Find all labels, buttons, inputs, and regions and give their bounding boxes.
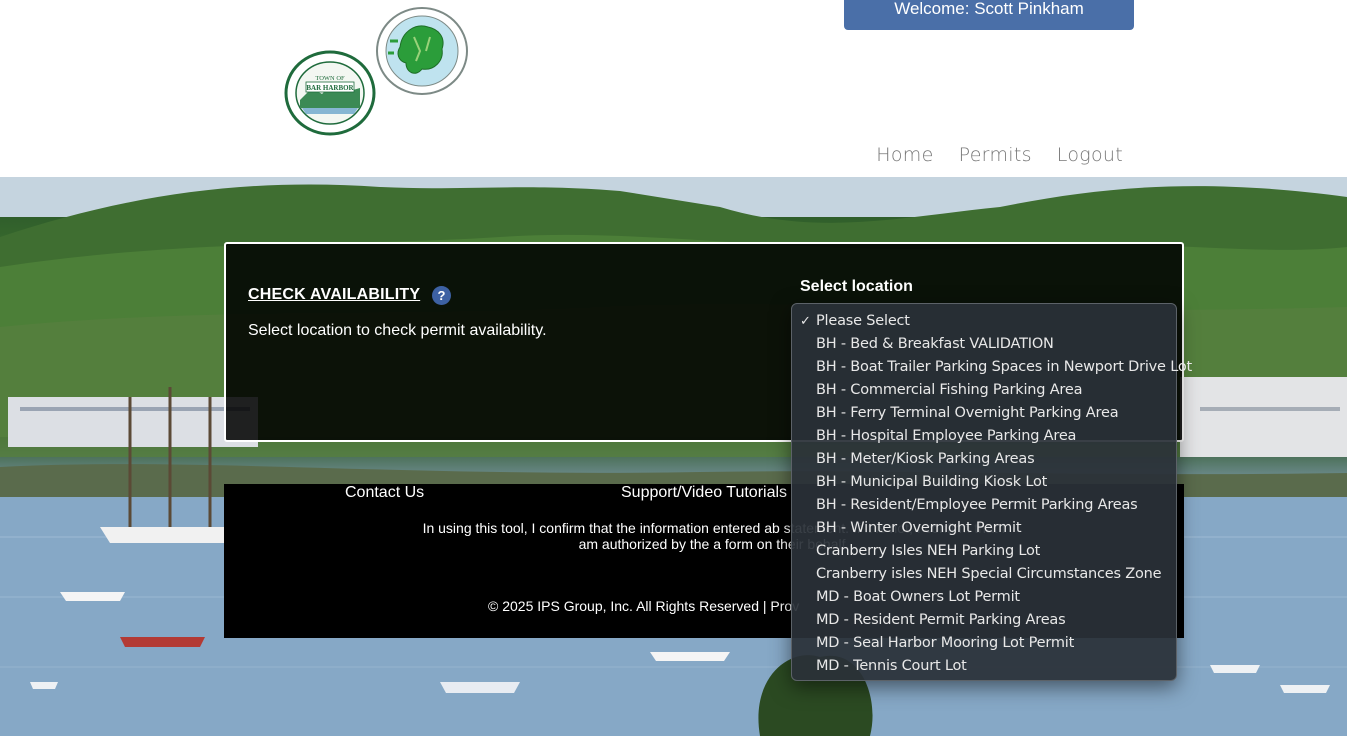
check-availability-title: CHECK AVAILABILITY [248,286,421,303]
option-bh-boat-trailer[interactable]: BH - Boat Trailer Parking Spaces in Newp… [792,356,1192,379]
option-bh-ferry-terminal[interactable]: BH - Ferry Terminal Overnight Parking Ar… [792,402,1176,425]
select-location-label: Select location [800,278,913,295]
help-icon[interactable]: ? [432,286,451,305]
option-bh-meter-kiosk[interactable]: BH - Meter/Kiosk Parking Areas [792,448,1176,471]
welcome-banner: Welcome: Scott Pinkham [844,0,1134,30]
option-bh-commercial-fishing[interactable]: BH - Commercial Fishing Parking Area [792,379,1176,402]
option-bh-bed-breakfast[interactable]: BH - Bed & Breakfast VALIDATION [792,333,1176,356]
main-nav: Home Permits Logout [876,144,1123,166]
nav-logout-link[interactable]: Logout [1057,144,1123,166]
welcome-text: Welcome: Scott Pinkham [894,0,1084,18]
location-select-dropdown[interactable]: ✓ Please Select BH - Bed & Breakfast VALI… [791,303,1192,681]
option-cranberry-isles-lot[interactable]: Cranberry Isles NEH Parking Lot [792,540,1176,563]
footer-copyright: © 2025 IPS Group, Inc. All Rights Reserv… [488,598,800,614]
option-md-seal-harbor[interactable]: MD - Seal Harbor Mooring Lot Permit [792,632,1176,655]
check-availability-description: Select location to check permit availabi… [248,322,547,339]
mount-desert-seal-logo [376,7,468,95]
option-bh-hospital-employee[interactable]: BH - Hospital Employee Parking Area [792,425,1176,448]
option-cranberry-isles-special[interactable]: Cranberry isles NEH Special Circumstance… [792,563,1176,586]
bar-harbor-seal-logo: TOWN OF BAR HARBOR [284,50,376,136]
option-md-boat-owners[interactable]: MD - Boat Owners Lot Permit [792,586,1176,609]
option-bh-winter-overnight[interactable]: BH - Winter Overnight Permit [792,517,1176,540]
option-bh-resident-employee[interactable]: BH - Resident/Employee Permit Parking Ar… [792,494,1176,517]
support-tutorials-link[interactable]: Support/Video Tutorials [621,484,787,502]
option-please-select[interactable]: ✓ Please Select [792,310,1176,333]
option-bh-municipal-building[interactable]: BH - Municipal Building Kiosk Lot [792,471,1176,494]
checkmark-icon: ✓ [800,314,811,329]
nav-permits-link[interactable]: Permits [959,144,1032,166]
option-md-resident-permit[interactable]: MD - Resident Permit Parking Areas [792,609,1176,632]
option-md-tennis-court[interactable]: MD - Tennis Court Lot [792,655,1176,678]
header: Welcome: Scott Pinkham TOWN OF BAR HARBO… [0,0,1347,177]
contact-us-link[interactable]: Contact Us [345,484,424,502]
seal-bh-top: TOWN OF [315,75,345,82]
seal-bh-middle: BAR HARBOR [306,84,354,92]
nav-home-link[interactable]: Home [876,144,933,166]
